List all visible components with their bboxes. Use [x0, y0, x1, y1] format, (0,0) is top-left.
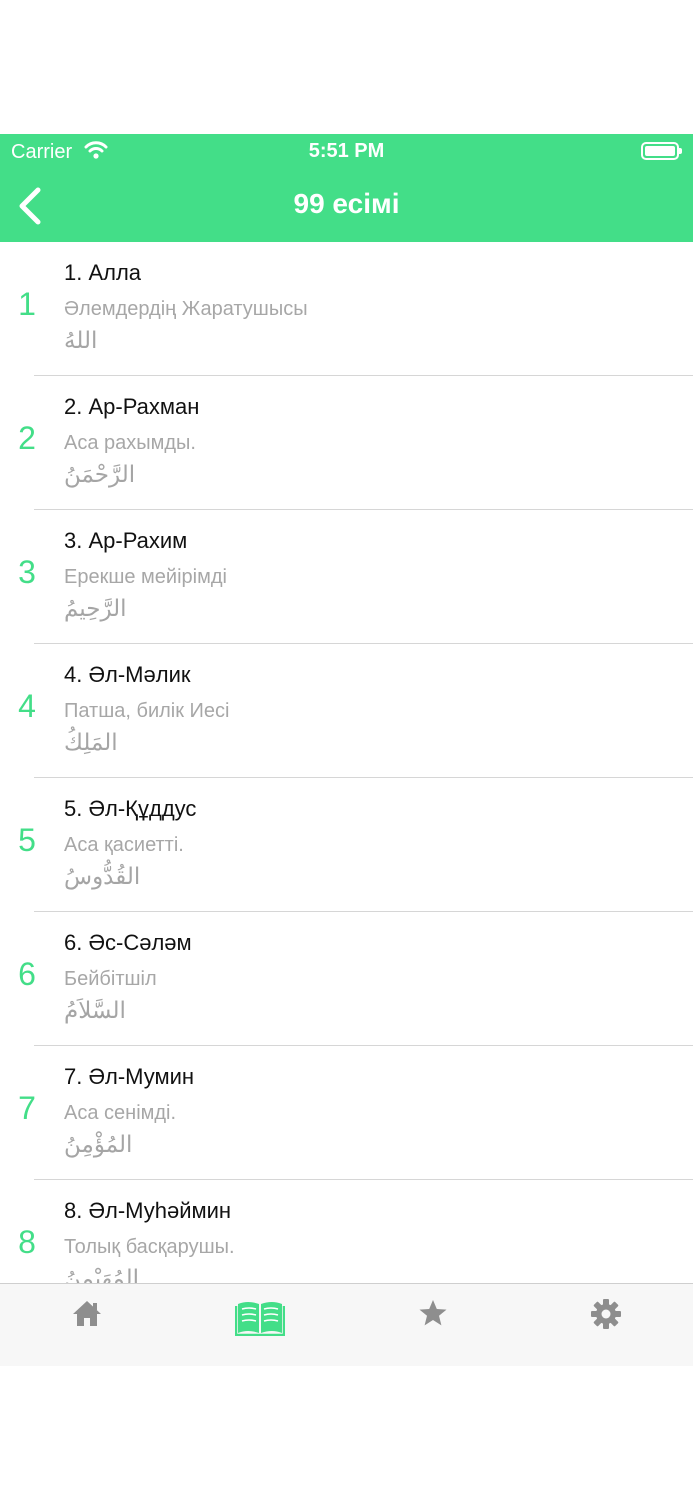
tab-favorites[interactable] — [346, 1284, 519, 1348]
page-title: 99 есімі — [293, 188, 400, 219]
status-time: 5:51 PM — [308, 140, 385, 162]
list-item[interactable]: 3 3. Ар-Рахим Ерекше мейірімді الرَّحِيم… — [18, 510, 693, 644]
item-meaning: Аса рахымды. — [64, 432, 196, 454]
item-title: 6. Әс-Сәләм — [64, 930, 192, 955]
item-arabic: السَّلاَمُ — [64, 998, 126, 1024]
item-title: 3. Ар-Рахим — [64, 528, 188, 553]
home-icon — [72, 1301, 101, 1326]
item-number: 1 — [18, 286, 36, 322]
item-title: 7. Әл-Мумин — [64, 1064, 195, 1089]
names-list[interactable]: 1 1. Алла Әлемдердің Жаратушысы اللهُ 2 … — [0, 242, 693, 1284]
battery-icon — [641, 142, 682, 160]
item-arabic: المَلِكُ — [64, 730, 118, 756]
item-title: 4. Әл-Мәлик — [64, 662, 191, 687]
item-number: 3 — [18, 554, 36, 590]
gear-icon — [590, 1299, 621, 1329]
item-title: 2. Ар-Рахман — [64, 394, 200, 419]
list-item[interactable]: 7 7. Әл-Мумин Аса сенімді. المُؤْمِنُ — [18, 1046, 693, 1180]
item-number: 8 — [18, 1224, 36, 1260]
list-item[interactable]: 5 5. Әл-Құддус Аса қасиетті. القُدُّوسُ — [18, 778, 693, 912]
item-number: 4 — [18, 688, 36, 724]
item-number: 7 — [18, 1090, 36, 1126]
item-title: 1. Алла — [64, 260, 142, 285]
item-arabic: المُؤْمِنُ — [64, 1132, 133, 1158]
item-arabic: القُدُّوسُ — [64, 864, 141, 890]
item-number: 5 — [18, 822, 36, 858]
item-title: 8. Әл-Муһәймин — [64, 1198, 232, 1223]
item-meaning: Әлемдердің Жаратушысы — [64, 298, 308, 320]
tab-settings[interactable] — [519, 1284, 692, 1348]
item-number: 2 — [18, 420, 36, 456]
item-arabic: الرَّحْمَنُ — [64, 462, 136, 488]
list-item[interactable]: 8 8. Әл-Муһәймин Толық басқарушы. المُهَ… — [18, 1180, 693, 1284]
item-meaning: Ерекше мейірімді — [64, 566, 227, 588]
status-bar: Carrier 5:51 PM — [0, 134, 693, 170]
item-meaning: Бейбітшіл — [64, 968, 157, 990]
list-item[interactable]: 1 1. Алла Әлемдердің Жаратушысы اللهُ — [18, 242, 693, 376]
tab-names-book[interactable] — [173, 1284, 346, 1348]
item-arabic: الرَّحِيمُ — [64, 596, 127, 622]
list-item[interactable]: 6 6. Әс-Сәләм Бейбітшіл السَّلاَمُ — [18, 912, 693, 1046]
item-arabic: المُهَيْمِنُ — [64, 1266, 140, 1284]
navigation-bar: 99 есімі — [0, 170, 693, 242]
tab-bar — [0, 1283, 693, 1366]
item-meaning: Толық басқарушы. — [64, 1236, 235, 1258]
item-arabic: اللهُ — [64, 328, 98, 354]
item-number: 6 — [18, 956, 36, 992]
item-meaning: Патша, билік Иесі — [64, 700, 230, 722]
item-meaning: Аса қасиетті. — [64, 834, 184, 856]
tab-home[interactable] — [0, 1284, 173, 1348]
star-icon — [419, 1300, 446, 1326]
list-item[interactable]: 4 4. Әл-Мәлик Патша, билік Иесі المَلِكُ — [18, 644, 693, 778]
item-title: 5. Әл-Құддус — [64, 796, 197, 821]
item-meaning: Аса сенімді. — [64, 1102, 177, 1124]
list-item[interactable]: 2 2. Ар-Рахман Аса рахымды. الرَّحْمَنُ — [18, 376, 693, 510]
book-open-icon — [234, 1302, 285, 1336]
app-screen: Carrier 5:51 PM 99 есімі 1 1. Алла Әлемд… — [0, 134, 693, 1366]
